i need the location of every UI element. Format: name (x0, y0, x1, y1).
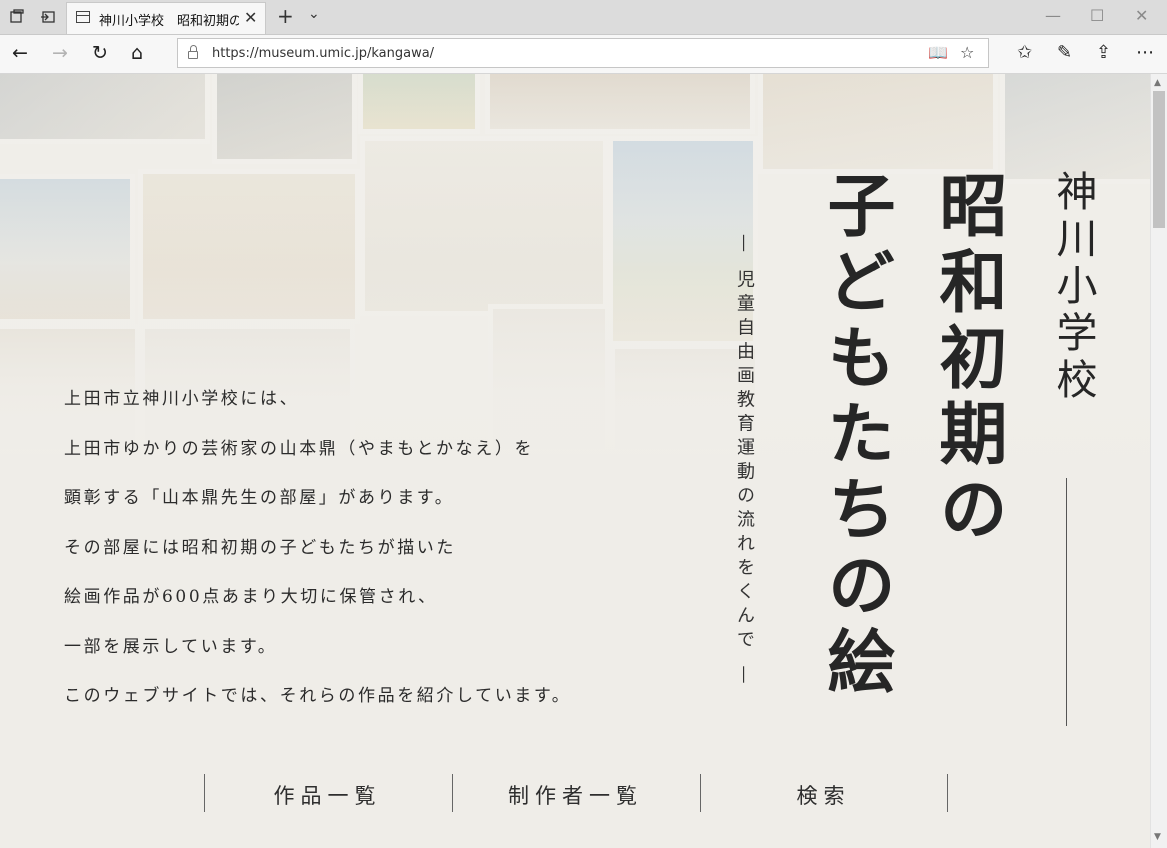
forward-button[interactable]: → (52, 42, 68, 64)
tab-title: 神川小学校 昭和初期の子どもたちの絵 (99, 14, 239, 29)
menu-item-artists[interactable]: 制作者一覧 (452, 780, 699, 810)
ellipsis-icon[interactable]: ⋯ (1136, 42, 1154, 63)
page-title-line-1: 昭和初期の (927, 170, 1007, 550)
close-window-button[interactable]: ✕ (1135, 6, 1148, 25)
intro-text: 上田市立神川小学校には、 上田市ゆかりの芸術家の山本鼎（やまもとかなえ）を 顕彰… (64, 384, 644, 731)
scroll-thumb[interactable] (1153, 91, 1165, 228)
intro-line: 一部を展示しています。 (64, 636, 278, 657)
lock-icon (188, 45, 198, 59)
tab-bar: 神川小学校 昭和初期の子どもたちの絵 ✕ + ⌄ — ☐ ✕ (0, 0, 1167, 35)
intro-line: このウェブサイトでは、それらの作品を紹介しています。 (64, 686, 572, 706)
intro-line: 顕彰する「山本鼎先生の部屋」があります。 (64, 488, 455, 508)
school-name: 神川小学校 (1049, 170, 1097, 405)
tab-active[interactable]: 神川小学校 昭和初期の子どもたちの絵 ✕ (66, 2, 266, 34)
page-title-line-2: 子どもたちの絵 (815, 170, 895, 702)
intro-line: 上田市立神川小学校には、 (64, 389, 300, 409)
close-icon[interactable]: ✕ (244, 8, 257, 27)
intro-line: その部屋には昭和初期の子どもたちが描いた (64, 537, 456, 558)
back-button[interactable]: ← (12, 42, 28, 64)
navigation-bar: ← → ↻ ⌂ 📖 ☆ ✩ ✎ ⇪ ⋯ (0, 35, 1167, 74)
pen-icon[interactable]: ✎ (1057, 42, 1072, 63)
page-viewport: 上田市立神川小学校には、 上田市ゆかりの芸術家の山本鼎（やまもとかなえ）を 顕彰… (0, 74, 1150, 848)
share-icon[interactable]: ⇪ (1096, 42, 1111, 63)
address-bar[interactable]: 📖 ☆ (177, 38, 989, 68)
vertical-scrollbar[interactable]: ▲ ▼ (1150, 74, 1167, 848)
subtitle: — 児童自由画教育運動の流れをくんで — (734, 234, 755, 690)
refresh-button[interactable]: ↻ (92, 42, 108, 64)
vertical-divider (1066, 478, 1067, 726)
scroll-down-arrow[interactable]: ▼ (1154, 832, 1161, 842)
reading-view-icon[interactable]: 📖 (928, 43, 948, 62)
chevron-down-icon[interactable]: ⌄ (308, 6, 320, 22)
tabs-aside-icon[interactable] (9, 9, 25, 25)
intro-line: 上田市ゆかりの芸術家の山本鼎（やまもとかなえ）を (64, 438, 535, 459)
menu-item-search[interactable]: 検索 (700, 780, 947, 810)
menu-divider (947, 774, 948, 812)
url-input[interactable] (212, 44, 912, 62)
page-icon (76, 11, 90, 23)
maximize-button[interactable]: ☐ (1090, 6, 1104, 25)
star-icon[interactable]: ☆ (960, 43, 974, 62)
favorites-hub-icon[interactable]: ✩ (1017, 42, 1032, 63)
new-tab-button[interactable]: + (277, 4, 294, 28)
home-button[interactable]: ⌂ (131, 42, 143, 64)
menu-item-works[interactable]: 作品一覧 (204, 780, 451, 810)
scroll-up-arrow[interactable]: ▲ (1154, 78, 1161, 88)
intro-line: 絵画作品が600点あまり大切に保管され、 (64, 587, 438, 607)
set-aside-icon[interactable] (40, 9, 56, 25)
minimize-button[interactable]: — (1045, 6, 1061, 25)
